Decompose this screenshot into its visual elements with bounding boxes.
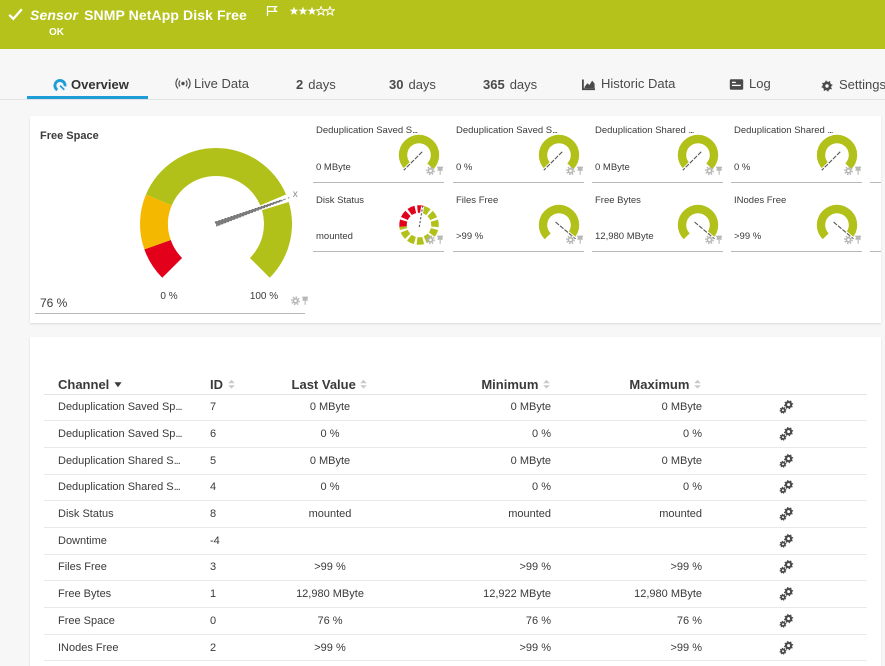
- svg-text:x: x: [293, 189, 298, 200]
